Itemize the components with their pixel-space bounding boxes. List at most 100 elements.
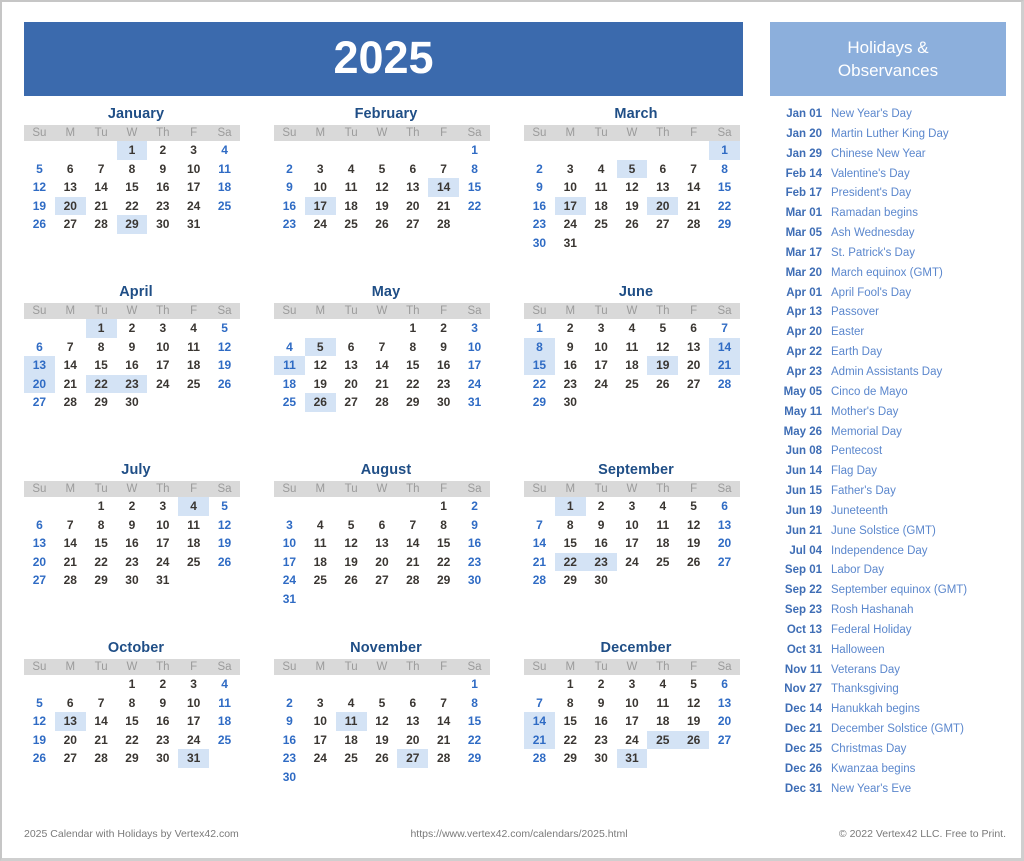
- day-cell[interactable]: 14: [428, 712, 459, 731]
- day-cell[interactable]: 26: [647, 375, 678, 394]
- day-cell[interactable]: 24: [178, 197, 209, 216]
- day-cell[interactable]: 30: [117, 393, 148, 412]
- day-cell[interactable]: 28: [367, 393, 398, 412]
- day-cell[interactable]: 9: [147, 694, 178, 713]
- day-cell[interactable]: 20: [709, 712, 740, 731]
- day-cell[interactable]: 28: [524, 571, 555, 590]
- day-cell[interactable]: 21: [397, 553, 428, 572]
- day-cell[interactable]: 14: [86, 178, 117, 197]
- day-cell-holiday[interactable]: 31: [616, 749, 648, 768]
- day-cell[interactable]: 15: [709, 178, 740, 197]
- day-cell-holiday[interactable]: 21: [709, 356, 740, 375]
- day-cell[interactable]: 15: [86, 534, 117, 553]
- day-cell[interactable]: 19: [336, 553, 367, 572]
- day-cell-holiday[interactable]: 5: [304, 337, 336, 356]
- day-cell[interactable]: 2: [274, 694, 305, 713]
- day-cell[interactable]: 2: [459, 497, 490, 516]
- day-cell[interactable]: 25: [178, 375, 209, 394]
- day-cell[interactable]: 20: [678, 356, 709, 375]
- day-cell[interactable]: 5: [678, 675, 709, 694]
- day-cell[interactable]: 28: [524, 749, 555, 768]
- day-cell[interactable]: 5: [209, 319, 240, 338]
- day-cell[interactable]: 20: [709, 534, 740, 553]
- day-cell[interactable]: 6: [55, 694, 86, 713]
- day-cell[interactable]: 8: [555, 516, 586, 535]
- day-cell[interactable]: 10: [617, 516, 648, 535]
- day-cell[interactable]: 24: [617, 731, 648, 750]
- day-cell[interactable]: 1: [86, 497, 117, 516]
- day-cell[interactable]: 28: [428, 215, 459, 234]
- day-cell[interactable]: 15: [86, 356, 117, 375]
- day-cell[interactable]: 12: [209, 516, 240, 535]
- day-cell-holiday[interactable]: 11: [335, 712, 367, 731]
- day-cell[interactable]: 16: [586, 712, 617, 731]
- day-cell[interactable]: 12: [367, 178, 398, 197]
- day-cell[interactable]: 29: [555, 571, 586, 590]
- day-cell[interactable]: 9: [147, 160, 178, 179]
- day-cell[interactable]: 16: [428, 356, 459, 375]
- day-cell[interactable]: 30: [147, 749, 178, 768]
- day-cell[interactable]: 12: [647, 338, 678, 357]
- day-cell[interactable]: 2: [274, 160, 305, 179]
- day-cell[interactable]: 19: [617, 197, 648, 216]
- day-cell[interactable]: 20: [397, 731, 428, 750]
- day-cell[interactable]: 9: [428, 338, 459, 357]
- day-cell[interactable]: 21: [428, 731, 459, 750]
- day-cell[interactable]: 13: [397, 178, 428, 197]
- day-cell[interactable]: 21: [367, 375, 398, 394]
- day-cell[interactable]: 25: [336, 749, 367, 768]
- day-cell[interactable]: 22: [86, 553, 117, 572]
- day-cell[interactable]: 25: [617, 375, 648, 394]
- day-cell[interactable]: 16: [555, 356, 586, 375]
- day-cell[interactable]: 6: [709, 497, 740, 516]
- day-cell[interactable]: 29: [555, 749, 586, 768]
- day-cell[interactable]: 30: [555, 393, 586, 412]
- day-cell[interactable]: 30: [428, 393, 459, 412]
- day-cell[interactable]: 3: [305, 694, 336, 713]
- day-cell-holiday[interactable]: 23: [116, 374, 148, 393]
- day-cell[interactable]: 7: [524, 694, 555, 713]
- day-cell-holiday[interactable]: 21: [524, 730, 555, 749]
- day-cell[interactable]: 21: [428, 197, 459, 216]
- day-cell[interactable]: 4: [305, 516, 336, 535]
- day-cell-holiday[interactable]: 13: [24, 356, 55, 375]
- day-cell-holiday[interactable]: 1: [85, 319, 117, 338]
- day-cell[interactable]: 4: [336, 160, 367, 179]
- day-cell[interactable]: 10: [459, 338, 490, 357]
- day-cell[interactable]: 3: [147, 497, 178, 516]
- day-cell[interactable]: 23: [428, 375, 459, 394]
- day-cell[interactable]: 15: [459, 178, 490, 197]
- day-cell[interactable]: 18: [647, 712, 678, 731]
- day-cell[interactable]: 27: [367, 571, 398, 590]
- day-cell[interactable]: 15: [428, 534, 459, 553]
- day-cell[interactable]: 6: [55, 160, 86, 179]
- day-cell[interactable]: 7: [428, 694, 459, 713]
- day-cell-holiday[interactable]: 11: [274, 356, 305, 375]
- day-cell[interactable]: 31: [147, 571, 178, 590]
- day-cell[interactable]: 14: [55, 534, 86, 553]
- day-cell[interactable]: 24: [586, 375, 617, 394]
- day-cell[interactable]: 17: [459, 356, 490, 375]
- day-cell[interactable]: 1: [428, 497, 459, 516]
- day-cell[interactable]: 13: [55, 178, 86, 197]
- day-cell[interactable]: 22: [555, 731, 586, 750]
- day-cell[interactable]: 30: [586, 571, 617, 590]
- day-cell-holiday[interactable]: 29: [116, 215, 148, 234]
- day-cell[interactable]: 9: [555, 338, 586, 357]
- day-cell[interactable]: 17: [178, 712, 209, 731]
- day-cell[interactable]: 15: [397, 356, 428, 375]
- day-cell[interactable]: 8: [86, 516, 117, 535]
- day-cell[interactable]: 8: [86, 338, 117, 357]
- day-cell[interactable]: 2: [147, 675, 178, 694]
- day-cell-holiday[interactable]: 17: [304, 196, 336, 215]
- day-cell[interactable]: 24: [305, 749, 336, 768]
- day-cell[interactable]: 5: [209, 497, 240, 516]
- day-cell[interactable]: 9: [274, 178, 305, 197]
- day-cell-holiday[interactable]: 14: [524, 712, 555, 731]
- day-cell[interactable]: 28: [86, 749, 117, 768]
- day-cell-holiday[interactable]: 23: [585, 552, 617, 571]
- day-cell[interactable]: 22: [709, 197, 740, 216]
- day-cell[interactable]: 30: [459, 571, 490, 590]
- day-cell[interactable]: 20: [367, 553, 398, 572]
- day-cell[interactable]: 23: [147, 197, 178, 216]
